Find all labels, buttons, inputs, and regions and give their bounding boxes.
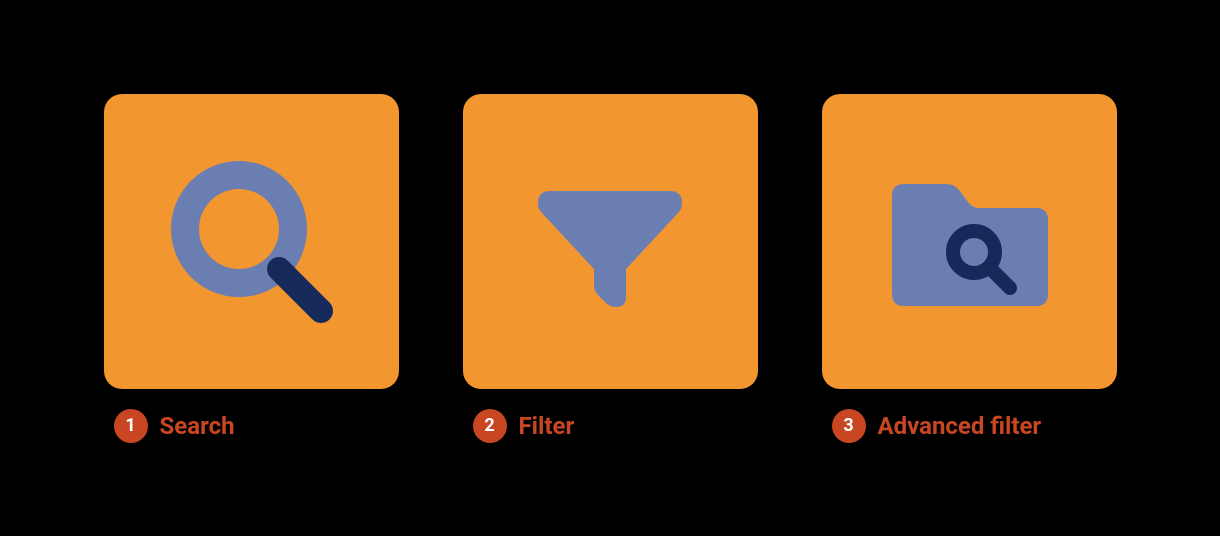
badge-number: 3 [832, 409, 866, 443]
caption-label: Filter [519, 412, 575, 440]
card-search: 1 Search [104, 94, 399, 443]
caption-label: Search [160, 412, 235, 440]
search-icon [161, 151, 341, 331]
badge-number: 2 [473, 409, 507, 443]
caption-row: 1 Search [104, 409, 399, 443]
cards-container: 1 Search 2 Filter 3 Advanced filter [64, 94, 1157, 443]
tile-advanced-filter[interactable] [822, 94, 1117, 389]
card-advanced-filter: 3 Advanced filter [822, 94, 1117, 443]
caption-row: 2 Filter [463, 409, 758, 443]
tile-filter[interactable] [463, 94, 758, 389]
filter-icon [530, 161, 690, 321]
caption-label: Advanced filter [878, 412, 1042, 440]
tile-search[interactable] [104, 94, 399, 389]
card-filter: 2 Filter [463, 94, 758, 443]
folder-search-icon [874, 156, 1064, 326]
badge-number: 1 [114, 409, 148, 443]
caption-row: 3 Advanced filter [822, 409, 1117, 443]
